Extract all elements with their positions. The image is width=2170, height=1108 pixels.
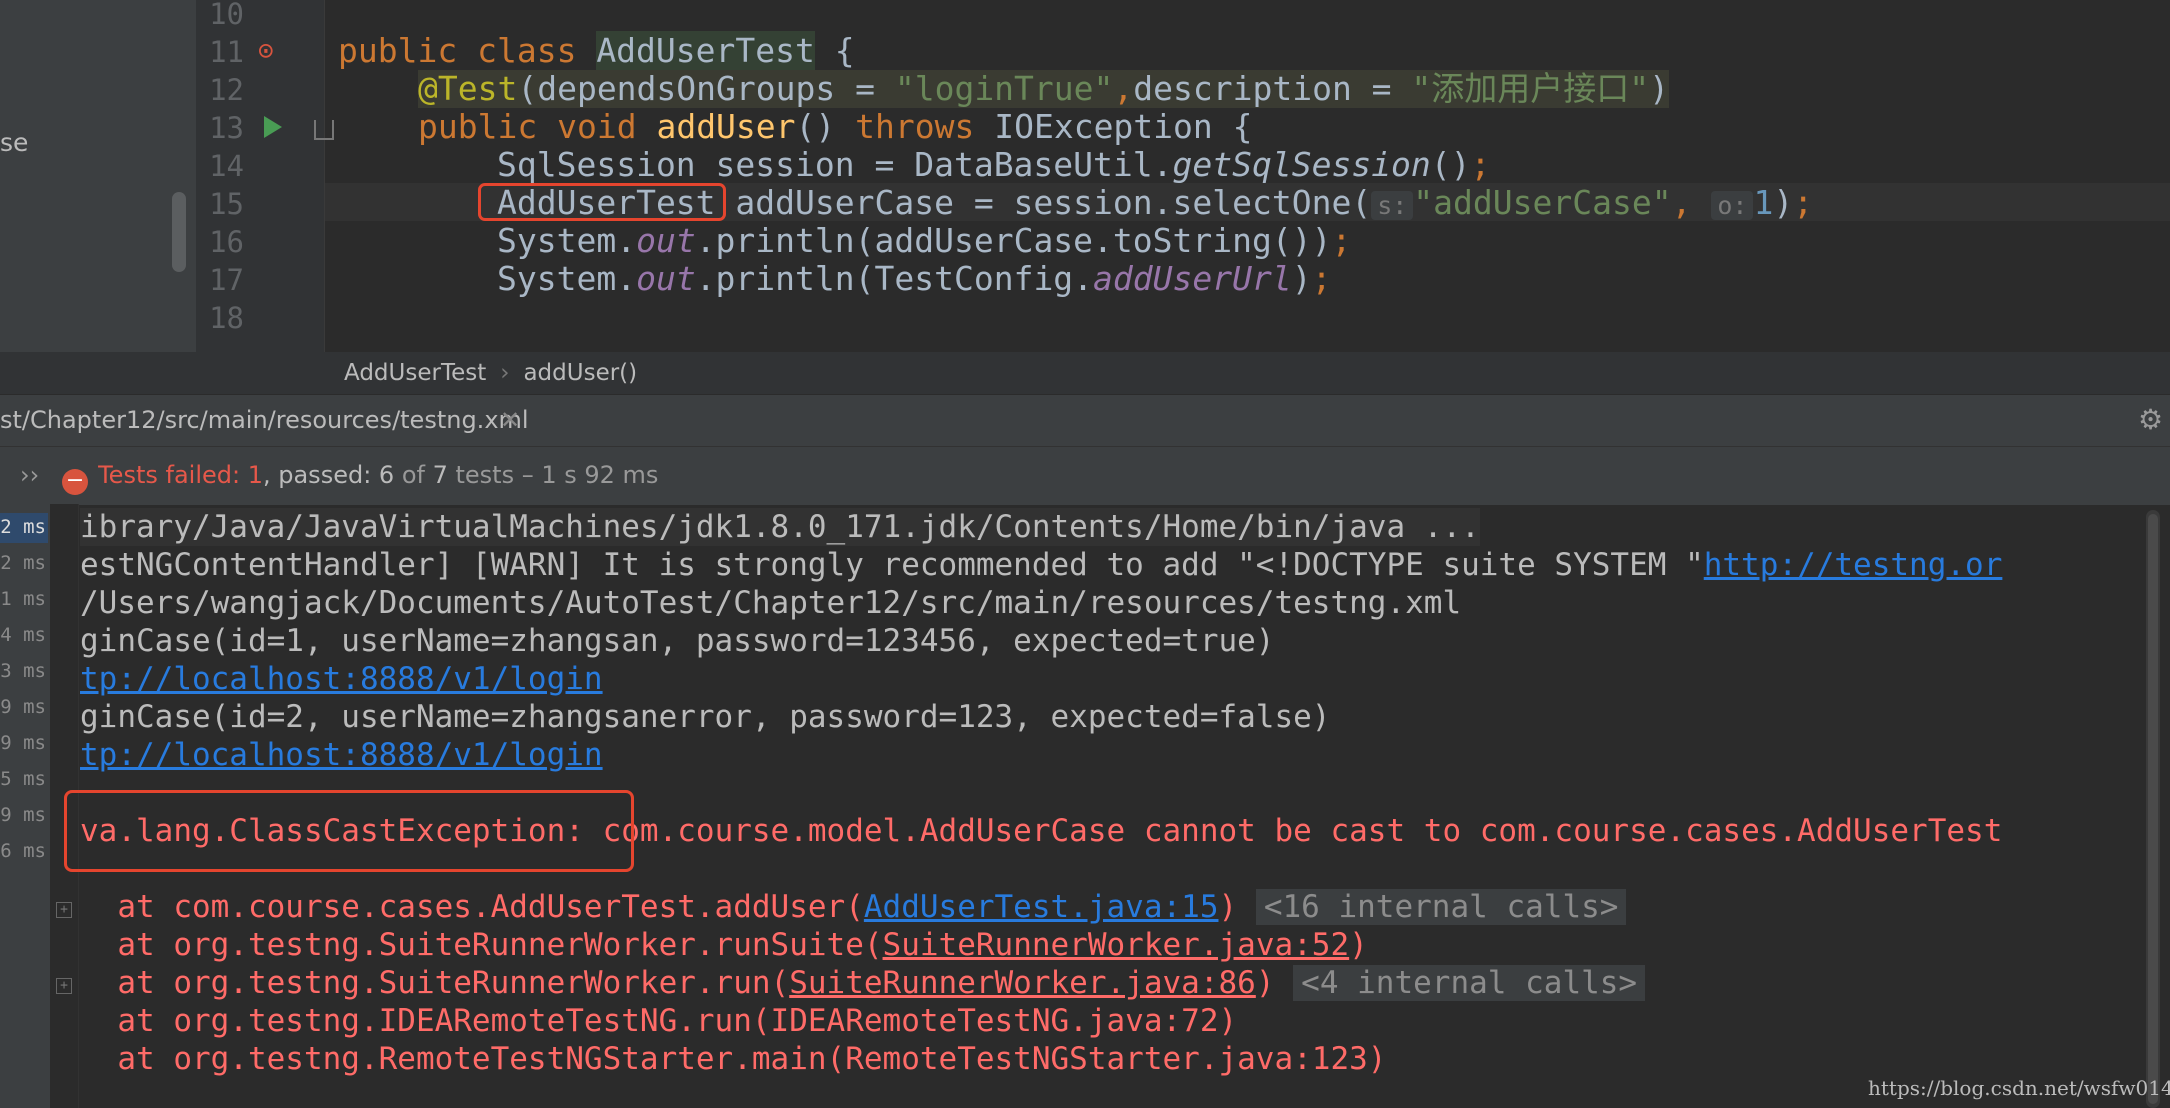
console-link[interactable]: tp://localhost:8888/v1/login <box>80 736 603 774</box>
breadcrumb-separator-icon: › <box>500 360 510 386</box>
stack-trace-line: at com.course.cases.AddUserTest.addUser(… <box>80 888 1627 926</box>
console-line: /Users/wangjack/Documents/AutoTest/Chapt… <box>80 585 1462 621</box>
source-link[interactable]: AddUserTest.java:15 <box>864 889 1219 925</box>
line-number: 11 <box>209 35 244 69</box>
console-line: ibrary/Java/JavaVirtualMachines/jdk1.8.0… <box>80 508 1480 546</box>
line-number: 15 <box>209 187 244 221</box>
run-tab[interactable]: st/Chapter12/src/main/resources/testng.x… <box>0 394 529 446</box>
highlight-box <box>64 790 634 872</box>
highlight-box <box>478 183 726 221</box>
close-icon[interactable]: ✕ <box>500 394 520 446</box>
test-duration[interactable]: 3 ms <box>0 660 46 682</box>
internal-calls-fold[interactable]: <4 internal calls> <box>1293 965 1646 1001</box>
code-line-11: public class AddUserTest { <box>338 31 855 70</box>
test-duration[interactable]: 9 ms <box>0 804 46 826</box>
project-tree-item[interactable]: se <box>0 128 28 157</box>
line-number: 12 <box>209 73 244 107</box>
breadcrumb: AddUserTest › addUser() <box>344 352 637 394</box>
source-link[interactable]: SuiteRunnerWorker.java:52 <box>883 927 1350 963</box>
fold-icon[interactable] <box>314 120 334 140</box>
source-link[interactable]: SuiteRunnerWorker.java:86 <box>789 965 1256 1001</box>
test-duration[interactable]: 2 ms <box>0 552 46 574</box>
tests-failed-icon: − <box>62 469 89 495</box>
stack-trace-line: at org.testng.IDEARemoteTestNG.run(IDEAR… <box>80 1003 1238 1039</box>
test-duration[interactable]: 5 ms <box>0 768 46 790</box>
watermark: https://blog.csdn.net/wsfw014 <box>1868 1076 2170 1100</box>
code-line-14: SqlSession session = DataBaseUtil.getSql… <box>497 145 1491 184</box>
test-duration[interactable]: 9 ms <box>0 732 46 754</box>
run-test-method-icon[interactable] <box>264 116 282 138</box>
project-panel-scrollbar[interactable] <box>172 192 186 272</box>
code-line-16: System.out.println(addUserCase.toString(… <box>497 221 1352 260</box>
code-line-13: public void addUser() throws IOException… <box>418 107 1253 146</box>
test-status: ›› − Tests failed: 1, passed: 6 of 7 test… <box>20 461 659 495</box>
breadcrumb-method[interactable]: addUser() <box>523 360 637 386</box>
test-duration[interactable]: 6 ms <box>0 840 46 862</box>
code-line-12: @Test(dependsOnGroups = "loginTrue",desc… <box>418 69 1670 108</box>
stack-trace-line: at org.testng.RemoteTestNGStarter.main(R… <box>80 1041 1387 1077</box>
line-number: 14 <box>209 149 244 183</box>
line-number: 10 <box>209 0 244 31</box>
internal-calls-fold[interactable]: <16 internal calls> <box>1255 889 1627 925</box>
expand-calls-icon[interactable]: + <box>56 978 72 994</box>
gear-icon[interactable]: ⚙ <box>2138 394 2163 446</box>
test-duration[interactable]: 1 ms <box>0 588 46 610</box>
test-duration[interactable]: 4 ms <box>0 624 46 646</box>
console-link[interactable]: http://testng.or <box>1704 547 2003 583</box>
expand-icon[interactable]: ›› <box>20 461 39 489</box>
project-panel <box>0 0 196 352</box>
console-line: ginCase(id=2, userName=zhangsanerror, pa… <box>80 699 1331 735</box>
stack-trace-line: at org.testng.SuiteRunnerWorker.runSuite… <box>80 927 1368 963</box>
expand-calls-icon[interactable]: + <box>56 902 72 918</box>
console-line: estNGContentHandler] [WARN] It is strong… <box>80 547 2003 583</box>
console-scrollbar-thumb[interactable] <box>2148 514 2158 1104</box>
stack-trace-line: at org.testng.SuiteRunnerWorker.run(Suit… <box>80 964 1646 1002</box>
console-link[interactable]: tp://localhost:8888/v1/login <box>80 660 603 698</box>
line-number: 18 <box>209 301 244 335</box>
breadcrumb-class[interactable]: AddUserTest <box>344 360 486 386</box>
test-duration[interactable]: 2 ms <box>0 516 46 538</box>
code-line-17: System.out.println(TestConfig.addUserUrl… <box>497 259 1332 298</box>
line-number: 16 <box>209 225 244 259</box>
line-number: 17 <box>209 263 244 297</box>
test-duration[interactable]: 9 ms <box>0 696 46 718</box>
run-test-class-icon[interactable]: ⊙ <box>258 36 274 66</box>
breadcrumb-bar <box>0 352 2170 394</box>
console-line: ginCase(id=1, userName=zhangsan, passwor… <box>80 623 1275 659</box>
line-number: 13 <box>209 111 244 145</box>
